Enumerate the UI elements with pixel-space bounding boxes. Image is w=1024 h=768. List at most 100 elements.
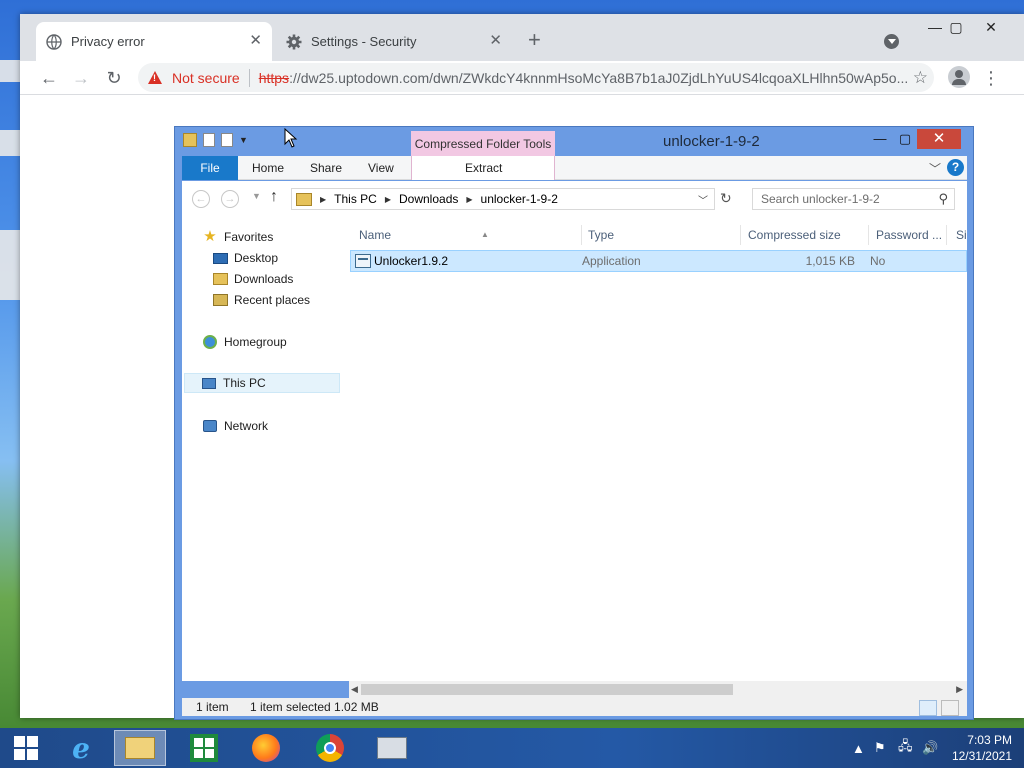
chevron-right-icon[interactable]: ▶ [320,195,326,204]
nav-network[interactable]: Network [202,416,268,436]
breadcrumb-this-pc[interactable]: This PC [334,192,377,206]
column-header-password[interactable]: Password ... [876,224,942,246]
ribbon-tab-view[interactable]: View [368,156,394,180]
system-clock[interactable]: 7:03 PM 12/31/2021 [948,732,1012,764]
address-bar[interactable]: ▶ This PC ▶ Downloads ▶ unlocker-1-9-2 ﹀ [291,188,715,210]
application-icon [355,254,371,268]
column-header-size[interactable]: Si [956,224,967,246]
ribbon-tab-home[interactable]: Home [252,156,284,180]
chevron-right-icon[interactable]: ▶ [385,195,391,204]
table-row[interactable]: Unlocker1.9.2 Application 1,015 KB No [350,250,967,272]
status-bar: 1 item 1 item selected 1.02 MB [182,698,967,716]
windows-logo-icon [14,736,38,760]
close-window-icon[interactable]: ✕ [976,16,1006,38]
large-icons-view-icon[interactable] [941,700,959,716]
clock-date: 12/31/2021 [951,749,1012,763]
close-tab-icon[interactable]: ✕ [489,33,502,49]
cell-password: No [870,254,886,268]
window-title: unlocker-1-9-2 [663,133,760,150]
star-icon: ★ [203,228,217,245]
breadcrumb-current-folder[interactable]: unlocker-1-9-2 [481,192,558,206]
expand-ribbon-icon[interactable]: ﹀ [929,160,941,177]
desktop-icon-fragment [0,130,20,156]
nav-label: Recent places [234,293,311,307]
start-button[interactable] [0,730,52,766]
nav-desktop[interactable]: Desktop [212,248,278,268]
chrome-button[interactable] [304,730,356,766]
up-arrow-icon[interactable]: ↑ [270,188,278,206]
horizontal-scrollbar[interactable]: ◀ ▶ [349,681,967,698]
address-row: ← → ▼ ↑ ▶ This PC ▶ Downloads ▶ unlocker… [182,181,967,217]
details-view-icon[interactable] [919,700,937,716]
maximize-icon[interactable]: ▢ [893,129,917,149]
taskbar: e ▲ ⚑ 🖧 🔊 7:03 PM 12/31/2021 [0,728,1024,768]
internet-explorer-button[interactable]: e [55,730,107,766]
breadcrumb-downloads[interactable]: Downloads [399,192,458,206]
nav-recent-places[interactable]: Recent places [212,290,310,310]
flag-icon[interactable]: ⚑ [874,728,886,768]
back-icon[interactable]: ← [36,65,62,91]
globe-icon [46,33,62,50]
nav-label: Desktop [234,251,279,265]
column-header-type[interactable]: Type [588,224,614,246]
security-status[interactable]: Not secure [172,70,240,86]
scroll-left-icon[interactable]: ◀ [351,681,358,698]
cell-type: Application [582,254,641,268]
refresh-icon[interactable]: ↻ [720,190,732,207]
bookmark-star-icon[interactable]: ☆ [913,68,928,88]
new-tab-button[interactable]: + [528,29,541,51]
column-divider[interactable] [581,225,582,245]
nav-this-pc[interactable]: This PC [184,373,340,393]
profile-avatar-icon[interactable] [948,66,970,88]
column-header-name[interactable]: Name ▲ [359,224,489,246]
maximize-icon[interactable]: ▢ [941,16,971,38]
tab-search-icon[interactable] [884,34,899,49]
store-button[interactable] [178,730,230,766]
back-icon[interactable]: ← [192,190,210,208]
forward-icon[interactable]: → [221,190,239,208]
scroll-right-icon[interactable]: ▶ [956,681,963,698]
properties-icon[interactable] [203,133,215,147]
show-hidden-icons-icon[interactable]: ▲ [852,728,865,768]
menu-kebab-icon[interactable]: ⋮ [982,65,1000,91]
ribbon-tab-file[interactable]: File [182,156,238,180]
forward-icon[interactable]: → [68,65,94,91]
new-folder-icon[interactable] [221,133,233,147]
ribbon-tab-extract[interactable]: Extract [465,156,502,180]
nav-favorites[interactable]: ★ Favorites [202,227,273,247]
warning-icon: ! [148,71,162,84]
close-tab-icon[interactable]: ✕ [249,33,262,49]
internet-explorer-icon: e [72,731,90,765]
close-window-icon[interactable]: ✕ [917,129,961,149]
firefox-button[interactable] [240,730,292,766]
nav-homegroup[interactable]: Homegroup [202,332,287,352]
nav-label: This PC [223,376,266,390]
chevron-down-icon[interactable]: ▼ [239,135,248,145]
ribbon-tab-share[interactable]: Share [310,156,342,180]
tab-title: Privacy error [71,34,145,49]
minimize-icon[interactable]: — [867,129,893,149]
tab-privacy-error[interactable]: Privacy error ✕ [36,22,272,61]
column-header-compressed-size[interactable]: Compressed size [748,224,841,246]
column-divider[interactable] [946,225,947,245]
omnibox[interactable]: ! Not secure https ://dw25.uptodown.com/… [138,63,934,92]
nav-downloads[interactable]: Downloads [212,269,293,289]
status-selection: 1 item selected 1.02 MB [250,700,379,714]
tab-title: Settings - Security [311,34,417,49]
folder-icon [296,192,312,206]
column-divider[interactable] [868,225,869,245]
scrollbar-thumb[interactable] [361,684,733,695]
address-dropdown-icon[interactable]: ﹀ [698,192,708,207]
network-icon[interactable]: 🖧 [898,728,913,768]
task-manager-button[interactable] [366,730,418,766]
column-divider[interactable] [740,225,741,245]
chevron-right-icon[interactable]: ▶ [466,195,472,204]
tab-settings-security[interactable]: Settings - Security ✕ [276,22,512,61]
reload-icon[interactable]: ↻ [101,65,127,91]
file-explorer-button[interactable] [114,730,166,766]
search-input[interactable]: Search unlocker-1-9-2 ⚲ [752,188,955,210]
recent-locations-icon[interactable]: ▼ [252,191,261,201]
volume-icon[interactable]: 🔊 [922,728,938,768]
downloads-folder-icon [212,272,228,286]
help-icon[interactable]: ? [947,159,964,176]
